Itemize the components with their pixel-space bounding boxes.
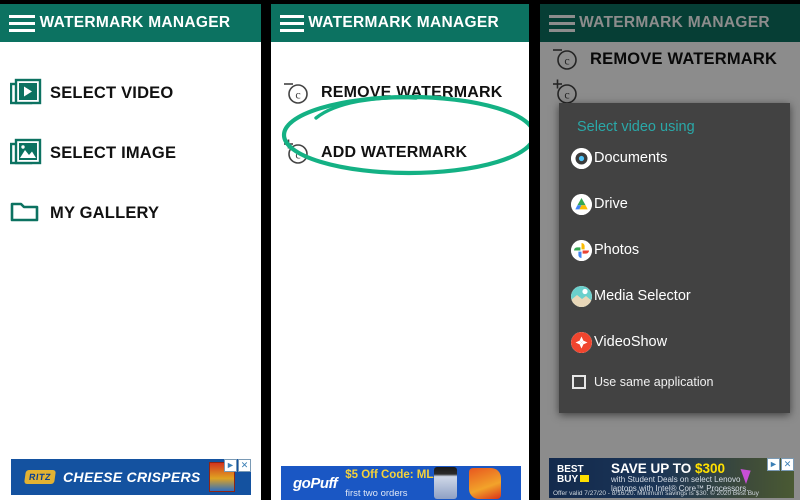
panel-divider	[261, 0, 271, 500]
page-title: WATERMARK MANAGER	[39, 14, 231, 31]
three-screenshot-strip: WATERMARK MANAGER SELECT VIDEO SELECT IM…	[0, 0, 800, 500]
dialog-option-documents[interactable]: Documents	[571, 145, 790, 171]
dialog-option-label: Drive	[594, 196, 628, 212]
svg-text:c: c	[295, 148, 300, 162]
ad-subline: first two orders	[345, 488, 408, 499]
ad-brand-line2: BUY	[557, 474, 579, 485]
ad-brand-logo: RITZ	[24, 470, 56, 484]
use-same-application-checkbox[interactable]	[572, 375, 586, 389]
main-menu-list: SELECT VIDEO SELECT IMAGE MY GALLERY	[0, 42, 261, 500]
menu-item-label: REMOVE WATERMARK	[321, 84, 503, 101]
google-photos-icon	[571, 239, 592, 261]
ad-controls[interactable]: ► ✕	[224, 459, 251, 472]
dialog-option-label: VideoShow	[594, 334, 668, 350]
media-selector-icon	[571, 285, 592, 307]
copyright-minus-icon: c	[281, 78, 315, 108]
video-frames-icon	[10, 78, 44, 108]
ad-banner-ritz[interactable]: RITZ CHEESE CRISPERS ► ✕	[11, 459, 251, 495]
hamburger-icon[interactable]	[280, 13, 305, 33]
watermark-menu-list: c REMOVE WATERMARK c ADD WATERMARK	[271, 42, 529, 500]
select-video-dialog: Select video using Documents Drive Photo…	[559, 103, 790, 413]
screen-select-video-dialog: WATERMARK MANAGER c REMOVE WATERMARK c S…	[540, 0, 800, 500]
info-icon[interactable]: ►	[767, 458, 780, 471]
folder-icon	[10, 198, 44, 228]
app-bar: WATERMARK MANAGER	[271, 4, 529, 42]
videoshow-icon	[571, 331, 592, 353]
dialog-title: Select video using	[577, 119, 695, 135]
ad-product-image-1	[434, 467, 457, 499]
status-bar-strip	[0, 0, 261, 4]
svg-text:c: c	[295, 88, 300, 102]
status-bar-strip	[271, 0, 529, 4]
menu-item-label: SELECT VIDEO	[50, 83, 174, 102]
dialog-option-photos[interactable]: Photos	[571, 237, 790, 263]
close-icon[interactable]: ✕	[238, 459, 251, 472]
ad-headline: $5 Off Code: MLX	[345, 469, 442, 481]
status-bar-strip	[540, 0, 800, 4]
ad-product-image-2	[469, 468, 501, 499]
dialog-option-drive[interactable]: Drive	[571, 191, 790, 217]
ad-subline-1: with Student Deals on select Lenovo	[611, 475, 741, 484]
ad-fineprint: Offer valid 7/27/20 - 8/16/20. Minimum s…	[553, 490, 759, 497]
dialog-option-label: Documents	[594, 150, 668, 166]
app-bar: WATERMARK MANAGER	[0, 4, 261, 42]
menu-item-remove-watermark[interactable]: c REMOVE WATERMARK	[281, 76, 503, 110]
screen-watermark-options: WATERMARK MANAGER c REMOVE WATERMARK c A…	[271, 0, 529, 500]
hamburger-icon[interactable]	[9, 13, 35, 33]
ad-headline-pre: SAVE UP TO	[611, 461, 696, 476]
ad-text-block: $5 Off Code: MLX first two orders	[345, 466, 441, 500]
ad-headline: SAVE UP TO $300	[611, 461, 725, 476]
menu-item-label: ADD WATERMARK	[321, 144, 468, 161]
use-same-application-row[interactable]: Use same application	[572, 375, 790, 389]
menu-item-label: MY GALLERY	[50, 203, 160, 222]
dialog-option-media-selector[interactable]: Media Selector	[571, 283, 790, 309]
ad-banner-gopuff[interactable]: goPuff $5 Off Code: MLX first two orders	[281, 466, 521, 500]
copyright-plus-icon: c	[281, 138, 315, 168]
documents-app-icon	[571, 147, 592, 169]
use-same-application-label: Use same application	[594, 375, 714, 389]
ad-controls[interactable]: ► ✕	[767, 458, 794, 471]
menu-item-select-image[interactable]: SELECT IMAGE	[10, 136, 176, 170]
bestbuy-tag-icon	[580, 475, 590, 482]
dialog-option-label: Photos	[594, 242, 640, 258]
info-icon[interactable]: ►	[224, 459, 237, 472]
ad-brand-logo: BEST BUY	[557, 465, 590, 485]
image-frames-icon	[10, 138, 44, 168]
close-icon[interactable]: ✕	[781, 458, 794, 471]
ad-headline-amount: $300	[695, 461, 726, 476]
ad-brand-logo: goPuff	[293, 474, 338, 492]
ad-banner-bestbuy[interactable]: BEST BUY SAVE UP TO $300 with Student De…	[549, 458, 794, 498]
page-title: WATERMARK MANAGER	[308, 14, 499, 31]
ad-headline: CHEESE CRISPERS	[63, 469, 201, 485]
dialog-option-videoshow[interactable]: VideoShow	[571, 329, 790, 355]
menu-item-my-gallery[interactable]: MY GALLERY	[10, 196, 159, 230]
screen-main-menu: WATERMARK MANAGER SELECT VIDEO SELECT IM…	[0, 0, 261, 500]
menu-item-label: SELECT IMAGE	[50, 143, 177, 162]
google-drive-icon	[571, 193, 592, 215]
menu-item-add-watermark[interactable]: c ADD WATERMARK	[281, 136, 467, 170]
panel-divider	[529, 0, 540, 500]
dialog-option-label: Media Selector	[594, 288, 691, 304]
menu-item-select-video[interactable]: SELECT VIDEO	[10, 76, 173, 110]
